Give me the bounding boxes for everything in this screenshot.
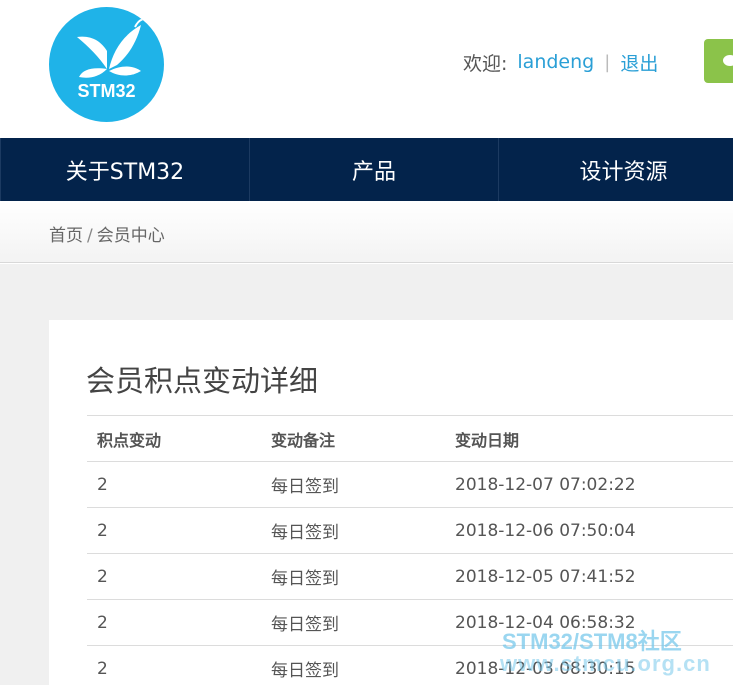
stm32-logo[interactable]: STM32 [49, 7, 164, 122]
table-row: 2 每日签到 2018-12-06 07:50:04 [87, 507, 733, 553]
column-header-points: 积点变动 [97, 430, 162, 450]
page-title: 会员积点变动详细 [86, 364, 319, 398]
cell-note: 每日签到 [271, 523, 339, 543]
username-link[interactable]: landeng [517, 51, 594, 73]
cell-note: 每日签到 [271, 615, 339, 635]
cell-points: 2 [97, 474, 108, 495]
cell-points: 2 [97, 566, 108, 587]
cell-date: 2018-12-07 07:02:22 [455, 474, 636, 495]
main-nav: 关于STM32 产品 设计资源 [0, 138, 733, 201]
cell-points: 2 [97, 520, 108, 541]
column-header-date: 变动日期 [455, 430, 520, 450]
wechat-button[interactable] [704, 39, 733, 83]
cell-note: 每日签到 [271, 661, 339, 681]
points-table: 积点变动 变动备注 变动日期 2 每日签到 2018-12-07 07:02:2… [87, 415, 733, 685]
nav-item-about-stm32[interactable]: 关于STM32 [1, 138, 250, 201]
breadcrumb-separator: / [87, 226, 93, 246]
breadcrumb: 首页 / 会员中心 [49, 221, 165, 246]
logout-link[interactable]: 退出 [620, 49, 658, 76]
cell-date: 2018-12-03 08:30:15 [455, 658, 636, 679]
table-row: 2 每日签到 2018-12-07 07:02:22 [87, 461, 733, 507]
user-area: 欢迎: landeng | 退出 [463, 48, 658, 76]
page: STM32 欢迎: landeng | 退出 关于STM32 产品 设计资源 首… [0, 0, 733, 685]
table-row: 2 每日签到 2018-12-04 06:58:32 [87, 599, 733, 645]
cell-date: 2018-12-06 07:50:04 [455, 520, 636, 541]
cell-points: 2 [97, 612, 108, 633]
welcome-label: 欢迎: [463, 52, 508, 75]
cell-date: 2018-12-04 06:58:32 [455, 612, 636, 633]
breadcrumb-bar: 首页 / 会员中心 [0, 201, 733, 263]
breadcrumb-home[interactable]: 首页 [49, 226, 83, 246]
nav-item-design-resources[interactable]: 设计资源 [499, 138, 733, 201]
wechat-icon [723, 55, 733, 66]
cell-points: 2 [97, 658, 108, 679]
nav-item-products[interactable]: 产品 [250, 138, 499, 201]
logo-text: STM32 [77, 81, 136, 101]
cell-date: 2018-12-05 07:41:52 [455, 566, 636, 587]
cell-note: 每日签到 [271, 477, 339, 497]
butterfly-icon [77, 18, 150, 78]
cell-note: 每日签到 [271, 569, 339, 589]
breadcrumb-current: 会员中心 [96, 226, 165, 246]
user-separator: | [604, 51, 611, 73]
table-header: 积点变动 变动备注 变动日期 [87, 415, 733, 461]
site-header: STM32 欢迎: landeng | 退出 [0, 0, 733, 138]
column-header-note: 变动备注 [271, 430, 336, 450]
table-row: 2 每日签到 2018-12-03 08:30:15 [87, 645, 733, 685]
points-panel: 会员积点变动详细 积点变动 变动备注 变动日期 2 每日签到 2018-12-0… [49, 320, 733, 685]
table-row: 2 每日签到 2018-12-05 07:41:52 [87, 553, 733, 599]
